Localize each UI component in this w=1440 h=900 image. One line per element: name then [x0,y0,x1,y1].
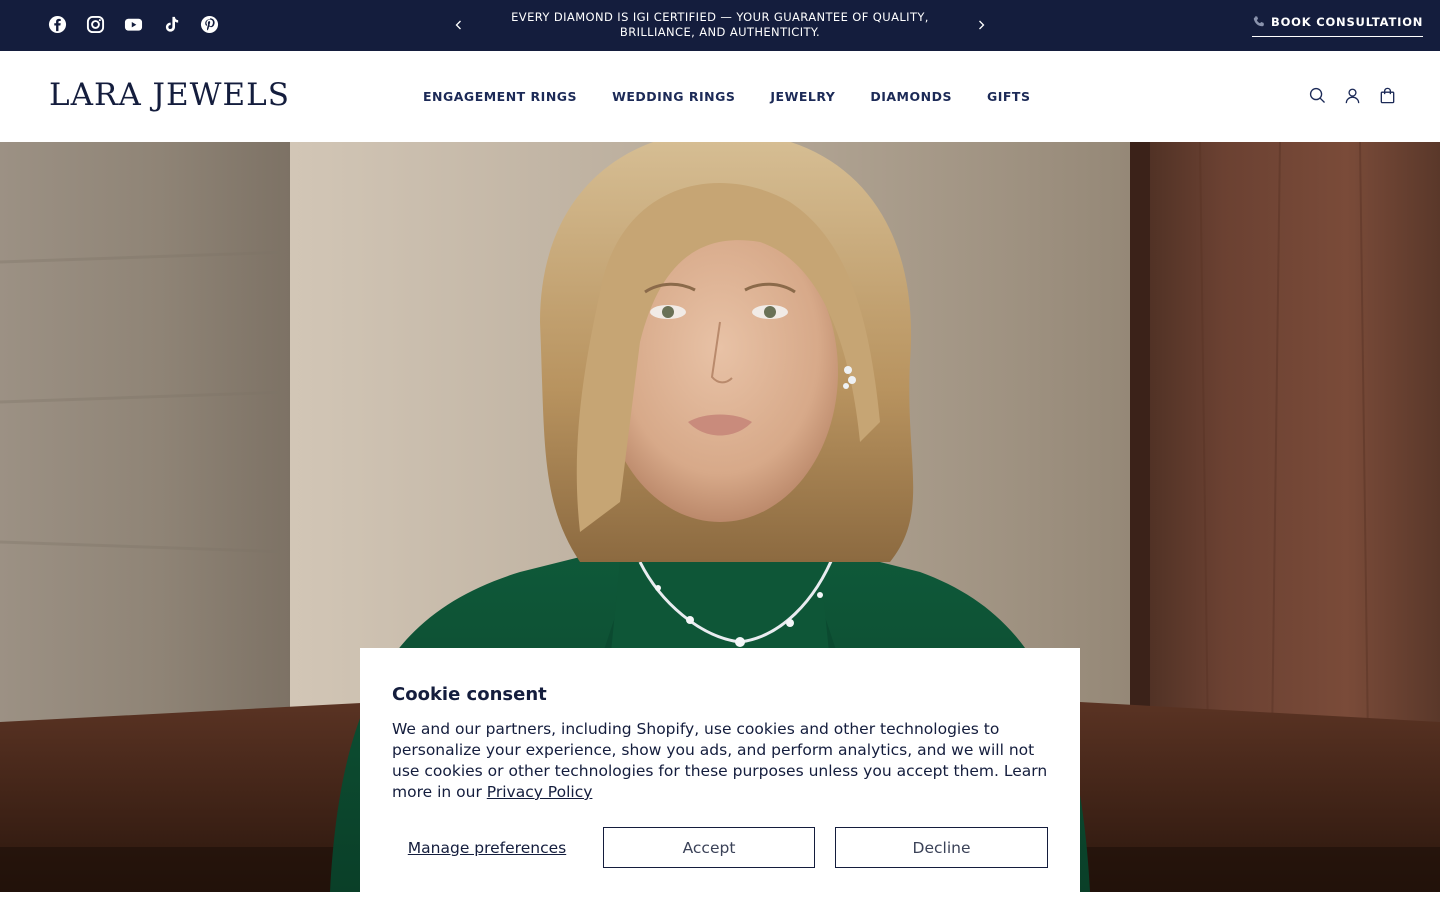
site-header: LARA JEWELS ENGAGEMENT RINGS WEDDING RIN… [0,51,1440,142]
account-icon[interactable] [1343,86,1362,105]
cookie-consent-actions: Manage preferences Accept Decline [392,827,1048,868]
pinterest-icon[interactable] [200,15,219,34]
book-consultation-link[interactable]: BOOK CONSULTATION [1252,15,1424,37]
nav-item-engagement-rings[interactable]: ENGAGEMENT RINGS [423,89,577,104]
phone-icon [1252,15,1266,29]
nav-item-diamonds[interactable]: DIAMONDS [870,89,952,104]
announcement-next-arrow-icon[interactable] [972,16,990,34]
cookie-consent-dialog: Cookie consent We and our partners, incl… [360,648,1080,900]
book-consultation-label: BOOK CONSULTATION [1271,15,1424,29]
privacy-policy-link[interactable]: Privacy Policy [487,783,593,801]
cookie-consent-body: We and our partners, including Shopify, … [392,719,1052,803]
nav-item-jewelry[interactable]: JEWELRY [770,89,835,104]
youtube-icon[interactable] [124,15,143,34]
manage-preferences-button[interactable]: Manage preferences [392,827,582,868]
cart-icon[interactable] [1378,86,1397,105]
announcement-prev-arrow-icon[interactable] [450,16,468,34]
instagram-icon[interactable] [86,15,105,34]
announcement-bar: EVERY DIAMOND IS IGI CERTIFIED — YOUR GU… [0,0,1440,51]
tiktok-icon[interactable] [162,15,181,34]
search-icon[interactable] [1308,86,1327,105]
main-nav: ENGAGEMENT RINGS WEDDING RINGS JEWELRY D… [423,89,1030,104]
accept-button[interactable]: Accept [603,827,815,868]
header-actions [1308,86,1397,105]
decline-button[interactable]: Decline [835,827,1048,868]
facebook-icon[interactable] [48,15,67,34]
logo[interactable]: LARA JEWELS [49,77,290,113]
announcement-text: EVERY DIAMOND IS IGI CERTIFIED — YOUR GU… [511,10,929,39]
nav-item-gifts[interactable]: GIFTS [987,89,1030,104]
social-links [48,15,219,34]
cookie-consent-title: Cookie consent [392,684,547,705]
nav-item-wedding-rings[interactable]: WEDDING RINGS [612,89,735,104]
